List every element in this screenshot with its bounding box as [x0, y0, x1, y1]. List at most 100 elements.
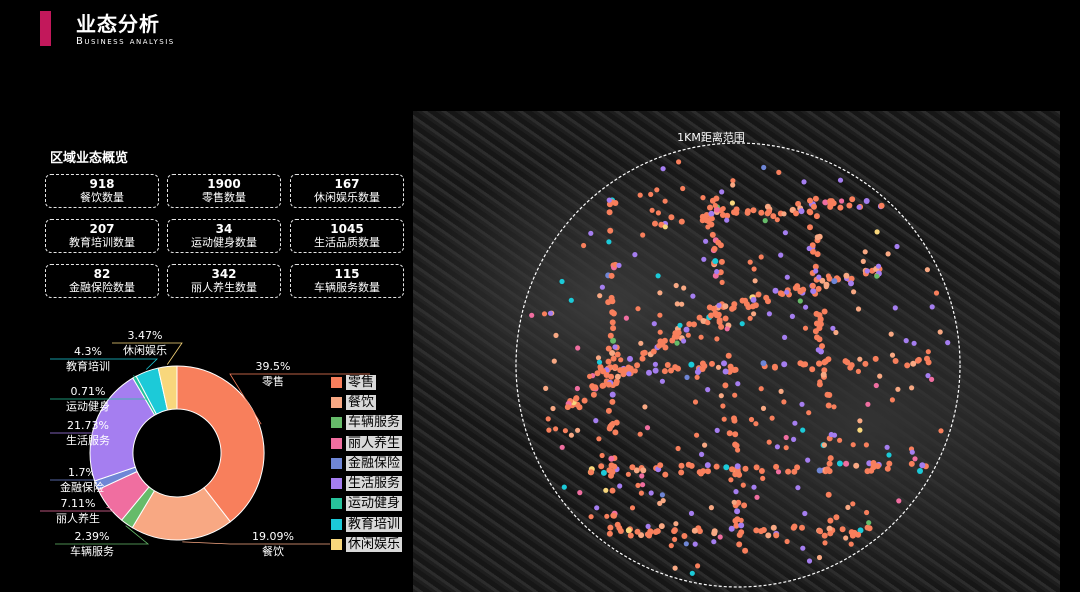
poi-dot [711, 245, 718, 252]
poi-dot [799, 524, 805, 531]
poi-dot [827, 517, 834, 524]
poi-dot [837, 204, 844, 211]
legend-label: 车辆服务 [346, 415, 403, 431]
legend-item[interactable]: 运动健身 [331, 494, 403, 514]
poi-dot [662, 471, 669, 478]
poi-dot [644, 425, 651, 431]
legend-swatch [331, 396, 342, 408]
legend-label: 零售 [346, 374, 377, 390]
poi-dot [773, 463, 780, 470]
legend-item[interactable]: 餐饮 [331, 392, 402, 412]
poi-dot [843, 535, 849, 541]
poi-dot [915, 356, 922, 363]
poi-dot [657, 290, 663, 296]
slice-percent-label: 2.39% [75, 530, 110, 543]
slice-category-label: 车辆服务 [70, 544, 114, 558]
poi-dot [568, 297, 574, 303]
poi-dot [933, 290, 940, 296]
poi-dot [744, 208, 751, 215]
legend-item[interactable]: 零售 [331, 372, 402, 392]
poi-dot [843, 272, 850, 279]
poi-dot [618, 357, 624, 363]
poi-dot [751, 266, 757, 272]
poi-dot [611, 463, 618, 470]
poi-dot [822, 540, 828, 546]
legend-swatch [331, 498, 342, 510]
poi-dot [814, 234, 821, 241]
slice-category-label: 零售 [262, 374, 284, 388]
poi-dot [800, 427, 806, 433]
poi-dot [884, 465, 891, 472]
poi-dot [704, 462, 711, 469]
poi-dot [892, 358, 899, 364]
poi-dot [612, 200, 619, 206]
poi-dot [817, 316, 824, 322]
poi-dot [593, 418, 599, 424]
map-view[interactable]: 1KM距离范围 [413, 111, 1060, 592]
poi-dot [681, 285, 687, 291]
poi-dot [766, 439, 772, 445]
poi-dot [917, 468, 923, 474]
poi-dot [609, 391, 616, 398]
poi-dot [694, 369, 701, 375]
poi-dot [816, 467, 823, 474]
poi-dot [603, 372, 610, 378]
poi-dot [811, 203, 817, 210]
legend-item[interactable]: 教育培训 [331, 514, 403, 534]
poi-dot [826, 460, 833, 467]
poi-dot [778, 252, 784, 258]
poi-dot [708, 505, 714, 511]
poi-dot [608, 272, 615, 279]
poi-dot [709, 216, 715, 222]
poi-dot [577, 490, 583, 496]
poi-dot [706, 304, 713, 311]
legend-item[interactable]: 生活服务 [331, 473, 403, 493]
poi-dot [662, 198, 668, 204]
poi-dot [690, 293, 696, 299]
poi-dot [925, 373, 931, 379]
legend-item[interactable]: 金融保险 [331, 453, 403, 473]
poi-dot [742, 547, 749, 554]
poi-dot [758, 468, 765, 474]
poi-dot [784, 289, 790, 295]
slice-category-label: 金融保险 [60, 480, 104, 494]
poi-dot [785, 468, 792, 475]
slice-percent-label: 7.11% [61, 497, 96, 510]
poi-dot [662, 224, 668, 230]
poi-dot [575, 427, 581, 433]
poi-dot [783, 445, 789, 451]
poi-dot [642, 404, 648, 410]
poi-dot [637, 431, 643, 437]
poi-dot [688, 462, 695, 469]
poi-dot [750, 207, 757, 214]
poi-dot [909, 449, 915, 455]
poi-dot [781, 361, 788, 368]
legend-item[interactable]: 休闲娱乐 [331, 534, 403, 554]
poi-dot [850, 501, 856, 507]
poi-dot [605, 407, 612, 414]
poi-dot [546, 427, 552, 433]
poi-dot [817, 529, 823, 535]
poi-dot [837, 437, 843, 443]
poi-dot [715, 239, 722, 246]
legend-swatch [331, 376, 342, 388]
poi-dot [714, 427, 720, 433]
poi-dot [638, 340, 644, 346]
poi-dot [551, 358, 557, 364]
poi-dot [772, 364, 778, 371]
poi-dot [678, 218, 685, 225]
slice-category-label: 丽人养生 [56, 511, 100, 525]
legend-item[interactable]: 车辆服务 [331, 413, 403, 433]
poi-dot [825, 402, 832, 409]
poi-dot [648, 191, 654, 197]
poi-dot [731, 301, 738, 308]
poi-dot [732, 431, 739, 438]
poi-dot [627, 355, 633, 362]
poi-dot [758, 209, 765, 216]
legend-item[interactable]: 丽人养生 [331, 433, 403, 453]
slice-category-label: 教育培训 [66, 359, 110, 373]
poi-dot [938, 428, 944, 434]
poi-dot [599, 284, 605, 290]
poi-dot [830, 200, 837, 207]
poi-dot [816, 554, 823, 561]
